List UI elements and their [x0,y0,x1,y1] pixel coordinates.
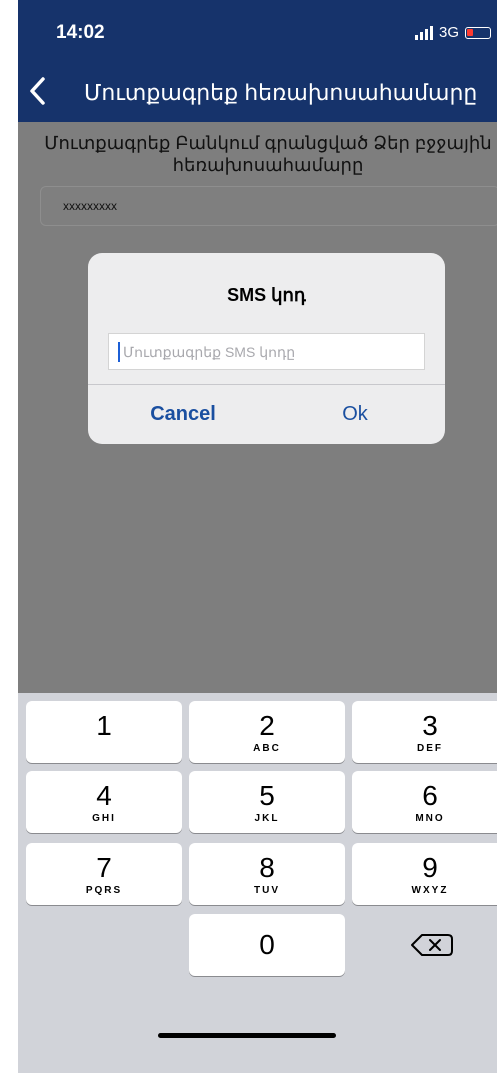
key-4[interactable]: 4 GHI [26,771,182,833]
key-1[interactable]: 1 [26,701,182,763]
key-letters: JKL [254,813,280,824]
key-number: 0 [259,929,275,960]
instruction-text: Մուտքագրեք Բանկում գրանցված Ձեր բջջային … [44,133,492,175]
phone-number-value: xxxxxxxxx [63,199,117,213]
phone-screen: 14:02 3G Մուտքագրեք հեռախոսահամարը Մուտք… [18,0,497,1073]
key-2[interactable]: 2 ABC [189,701,345,763]
key-7[interactable]: 7 PQRS [26,843,182,905]
text-cursor [118,342,120,362]
home-indicator [158,1033,336,1038]
key-number: 6 [422,780,438,811]
sms-code-input[interactable]: Մուտքագրեք SMS կոդը [108,333,425,370]
key-letters: PQRS [85,885,123,896]
status-time: 14:02 [56,22,105,43]
dialog-title: SMS կոդ [227,285,306,305]
key-letters: DEF [417,743,443,754]
key-8[interactable]: 8 TUV [189,843,345,905]
key-letters: GHI [92,813,116,824]
status-indicators: 3G [414,24,491,41]
signal-icon [414,25,433,40]
sms-code-placeholder: Մուտքագրեք SMS կոդը [123,344,296,360]
ok-button[interactable]: Ok [295,403,415,426]
key-3[interactable]: 3 DEF [352,701,497,763]
key-number: 9 [422,852,438,883]
dialog-divider [88,384,445,385]
key-number: 5 [259,780,275,811]
battery-icon [465,26,491,39]
navigation-bar: Մուտքագրեք հեռախոսահամարը [18,66,497,122]
numeric-keyboard: 1 2 ABC 3 DEF 4 GHI 5 JKL 6 MNO 7 PQRS 8 [18,693,497,1073]
key-number: 1 [96,710,112,741]
key-number: 8 [259,852,275,883]
key-9[interactable]: 9 WXYZ [352,843,497,905]
key-number: 4 [96,780,112,811]
page-title: Մուտքագրեք հեռախոսահամարը [84,80,478,105]
key-letters: ABC [253,743,281,754]
key-0[interactable]: 0 [189,914,345,976]
delete-key[interactable] [352,914,497,976]
key-6[interactable]: 6 MNO [352,771,497,833]
status-bar: 14:02 3G [18,0,497,66]
key-5[interactable]: 5 JKL [189,771,345,833]
cancel-button[interactable]: Cancel [123,403,243,426]
key-number: 3 [422,710,438,741]
sms-code-dialog: SMS կոդ Մուտքագրեք SMS կոդը Cancel Ok [88,253,445,444]
backspace-icon [411,934,453,956]
key-letters: TUV [254,885,280,896]
key-letters: WXYZ [411,885,449,896]
back-icon[interactable] [28,76,46,114]
network-label: 3G [438,24,459,41]
key-number: 7 [96,852,112,883]
key-number: 2 [259,710,275,741]
phone-number-field[interactable]: xxxxxxxxx [40,186,497,226]
key-letters: MNO [415,813,445,824]
